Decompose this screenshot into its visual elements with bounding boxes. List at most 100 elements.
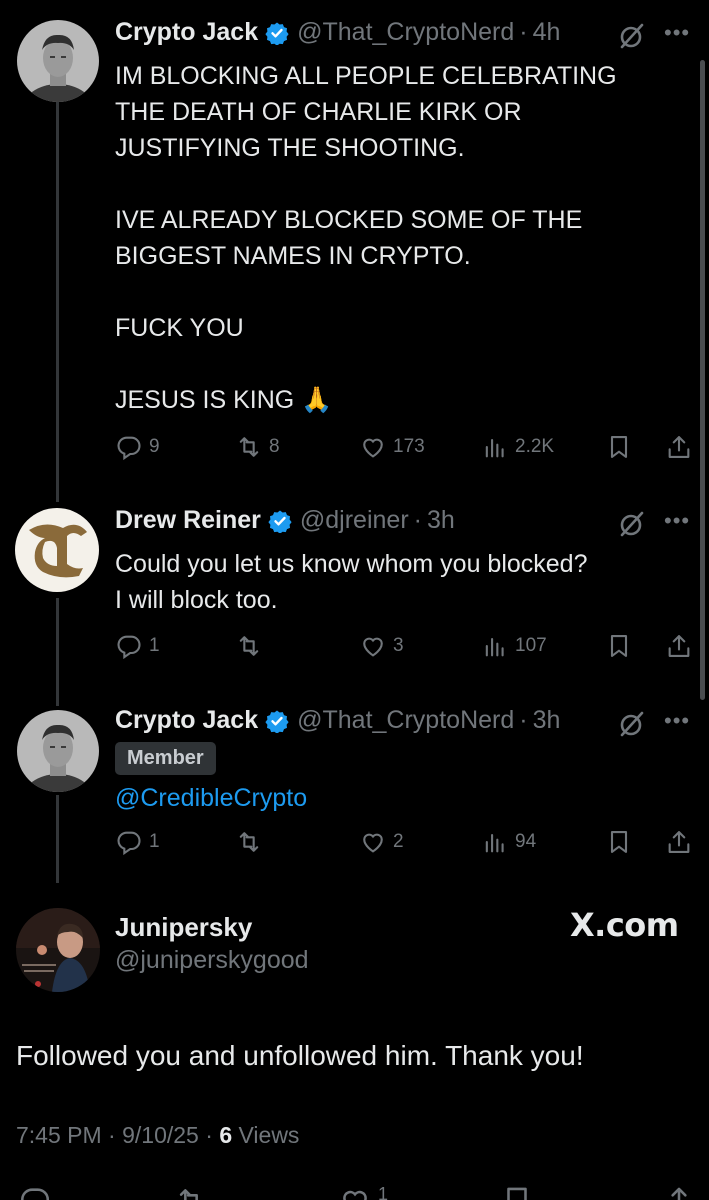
display-name[interactable]: Crypto Jack	[115, 18, 258, 47]
views-button[interactable]: 107	[481, 632, 547, 660]
views-count: 107	[515, 635, 547, 656]
views-button[interactable]: 94	[481, 828, 536, 856]
timestamp[interactable]: 4h	[533, 18, 561, 47]
views-icon	[485, 637, 504, 657]
grok-icon[interactable]	[618, 22, 646, 55]
bookmark-button[interactable]	[500, 1184, 534, 1200]
user-handle[interactable]: @That_CryptoNerd	[297, 706, 514, 735]
share-button[interactable]	[665, 632, 699, 660]
reply-count: 1	[149, 831, 160, 852]
user-handle[interactable]: @juniperskygood	[115, 946, 309, 975]
repost-icon	[239, 437, 259, 457]
display-name[interactable]: Crypto Jack	[115, 706, 258, 735]
separator-dot: ·	[519, 706, 528, 734]
like-button[interactable]: 1	[338, 1184, 388, 1200]
reply-button[interactable]	[18, 1184, 52, 1200]
heart-icon	[363, 438, 383, 458]
share-icon	[668, 436, 690, 458]
post-actions: 1	[0, 1178, 709, 1200]
like-count: 1	[378, 1184, 389, 1200]
heart-icon	[363, 833, 383, 853]
bookmark-icon	[507, 1187, 527, 1200]
tweet-text: IM BLOCKING ALL PEOPLE CELEBRATING THE D…	[115, 62, 617, 414]
share-icon	[668, 831, 690, 853]
thread-line	[56, 795, 59, 883]
more-icon[interactable]: •••	[664, 708, 690, 734]
bookmark-icon	[610, 831, 628, 853]
verified-badge-icon	[265, 709, 289, 733]
mention-link[interactable]: @CredibleCrypto	[115, 780, 307, 816]
post-text: Followed you and unfollowed him. Thank y…	[16, 1040, 584, 1071]
bookmark-button[interactable]	[605, 828, 639, 856]
reply-button[interactable]: 1	[115, 828, 160, 856]
like-count: 173	[393, 436, 425, 457]
more-icon[interactable]: •••	[664, 20, 690, 46]
bookmark-icon	[610, 436, 628, 458]
reply-count: 1	[149, 635, 160, 656]
bookmark-button[interactable]	[605, 433, 639, 461]
views-icon	[485, 833, 504, 853]
views-count: 94	[515, 831, 537, 852]
share-button[interactable]	[662, 1184, 696, 1200]
repost-button[interactable]	[174, 1184, 208, 1200]
share-icon	[668, 635, 690, 657]
tweet-header: Drew Reiner @djreiner · 3h	[115, 506, 455, 535]
grok-icon[interactable]	[618, 710, 646, 743]
repost-icon	[239, 832, 259, 852]
tweet-actions: 1 3 107	[115, 632, 695, 666]
repost-button[interactable]	[235, 632, 269, 660]
reply-icon	[117, 436, 141, 461]
separator-dot: ·	[205, 1122, 220, 1148]
tweet-header: Crypto Jack @That_CryptoNerd · 3h	[115, 706, 560, 735]
display-name[interactable]: Junipersky	[115, 912, 252, 943]
user-handle[interactable]: @That_CryptoNerd	[297, 18, 514, 47]
post-time[interactable]: 7:45 PM	[16, 1122, 102, 1148]
reply-icon	[117, 635, 141, 660]
repost-count: 8	[269, 436, 280, 457]
bookmark-button[interactable]	[605, 632, 639, 660]
tweet-header: Crypto Jack @That_CryptoNerd · 4h	[115, 18, 560, 47]
avatar[interactable]	[17, 20, 99, 102]
reply-icon	[21, 1188, 50, 1200]
like-button[interactable]: 3	[359, 632, 404, 660]
share-button[interactable]	[665, 433, 699, 461]
like-count: 2	[393, 831, 404, 852]
views-count: 6	[219, 1122, 233, 1148]
heart-icon	[363, 637, 383, 657]
display-name[interactable]: Drew Reiner	[115, 506, 261, 535]
reply-count: 9	[149, 436, 160, 457]
avatar[interactable]	[15, 508, 99, 592]
views-label: Views	[238, 1122, 300, 1148]
like-button[interactable]: 173	[359, 433, 425, 461]
views-button[interactable]: 2.2K	[481, 433, 554, 461]
reply-button[interactable]: 1	[115, 632, 160, 660]
scrollbar[interactable]	[700, 60, 705, 700]
grok-icon[interactable]	[618, 510, 646, 543]
avatar[interactable]	[17, 710, 99, 792]
thread-line	[56, 100, 59, 502]
post-meta: 7:45 PM · 9/10/25 · 6 Views	[16, 1122, 299, 1149]
reply-icon	[117, 831, 141, 856]
repost-icon	[179, 1189, 198, 1200]
bookmark-icon	[610, 635, 628, 657]
like-button[interactable]: 2	[359, 828, 404, 856]
user-handle[interactable]: @djreiner	[300, 506, 409, 535]
repost-button[interactable]	[235, 828, 269, 856]
timestamp[interactable]: 3h	[533, 706, 561, 735]
timestamp[interactable]: 3h	[427, 506, 455, 535]
share-button[interactable]	[665, 828, 699, 856]
views-icon	[485, 438, 504, 458]
tweet-actions: 9 8 173 2.2K	[115, 433, 695, 467]
share-icon	[671, 1187, 687, 1200]
tweet-text: Could you let us know whom you blocked? …	[115, 550, 588, 614]
more-icon[interactable]: •••	[664, 508, 690, 534]
separator-dot: ·	[108, 1122, 123, 1148]
like-count: 3	[393, 635, 404, 656]
verified-badge-icon	[268, 509, 292, 533]
repost-icon	[239, 636, 259, 656]
heart-icon	[343, 1190, 367, 1200]
repost-button[interactable]: 8	[235, 433, 280, 461]
reply-button[interactable]: 9	[115, 433, 160, 461]
post-date[interactable]: 9/10/25	[122, 1122, 199, 1148]
avatar[interactable]	[16, 908, 100, 992]
